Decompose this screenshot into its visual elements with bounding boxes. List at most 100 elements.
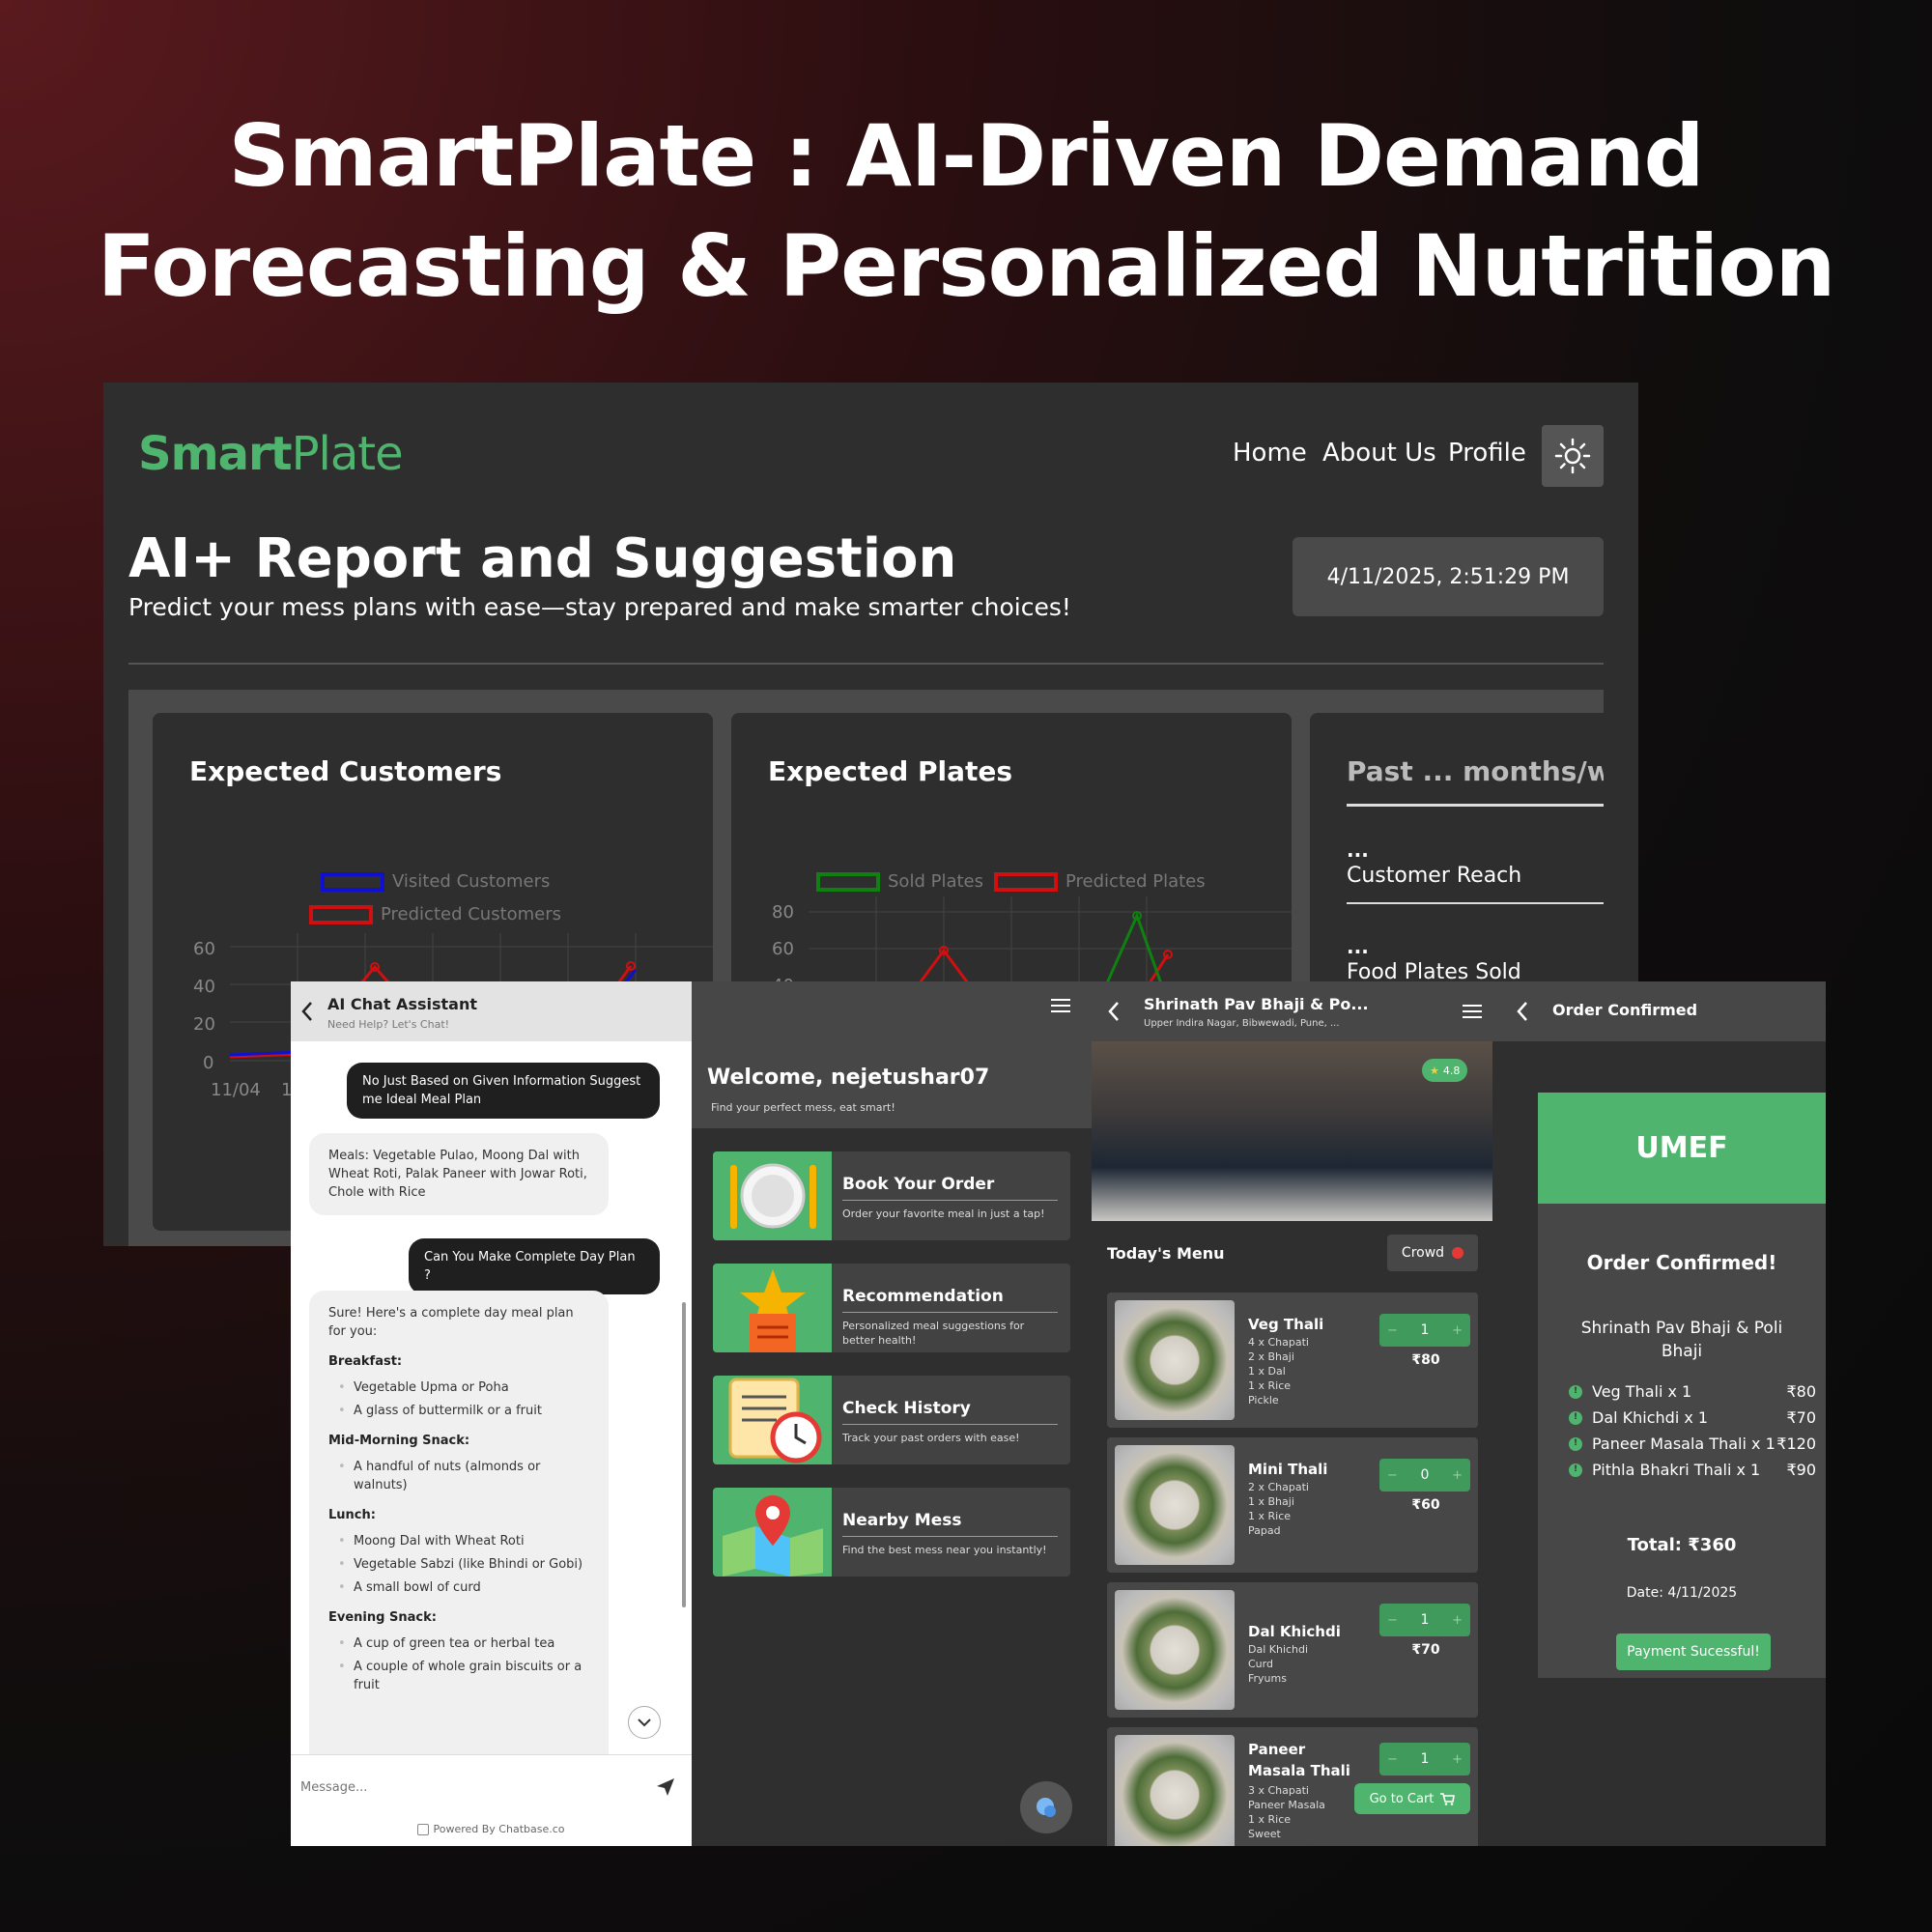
- quantity-stepper[interactable]: − 1 +: [1379, 1314, 1470, 1347]
- check-icon: !: [1569, 1436, 1582, 1451]
- minus-button[interactable]: −: [1387, 1468, 1398, 1483]
- chat-bot-icon: [1037, 1798, 1056, 1817]
- plus-button[interactable]: +: [1452, 1468, 1463, 1483]
- tile-book-order[interactable]: Book Your Order Order your favorite meal…: [713, 1151, 1070, 1240]
- plus-button[interactable]: +: [1452, 1613, 1463, 1628]
- quantity-value: 0: [1420, 1467, 1430, 1483]
- menu-item-card: Veg Thali 4 x Chapati 2 x Bhaji 1 x Dal 1 x…: [1107, 1293, 1478, 1428]
- minus-button[interactable]: −: [1387, 1323, 1398, 1338]
- datetime-display: 4/11/2025, 2:51:29 PM: [1293, 537, 1604, 616]
- tile-title: Recommendation: [842, 1287, 1004, 1306]
- plus-button[interactable]: +: [1452, 1752, 1463, 1767]
- logo-thin: Plate: [291, 427, 404, 481]
- message-input[interactable]: [300, 1773, 629, 1802]
- legend-predicted[interactable]: Predicted Customers: [309, 904, 561, 924]
- nav-about-us[interactable]: About Us: [1322, 439, 1436, 468]
- crowd-label: Crowd: [1401, 1245, 1445, 1261]
- chat-panel: AI Chat Assistant Need Help? Let's Chat!…: [291, 981, 692, 1846]
- tile-title: Check History: [842, 1399, 971, 1418]
- logo[interactable]: SmartPlate: [138, 427, 404, 481]
- stat-value: ...: [1347, 838, 1369, 862]
- sun-icon: [1554, 438, 1591, 474]
- user-message: No Just Based on Given Information Sugge…: [347, 1063, 660, 1119]
- hamburger-menu-icon[interactable]: [1049, 997, 1072, 1014]
- tile-recommendation[interactable]: Recommendation Personalized meal suggest…: [713, 1264, 1070, 1352]
- item-price: ₹80: [1411, 1352, 1440, 1368]
- user-message: Can You Make Complete Day Plan ?: [409, 1238, 660, 1294]
- quantity-value: 1: [1420, 1322, 1430, 1338]
- legend-predicted-plates[interactable]: Predicted Plates: [994, 871, 1206, 892]
- crowd-status-dot: [1452, 1247, 1464, 1259]
- nav-profile[interactable]: Profile: [1448, 439, 1526, 468]
- check-icon: !: [1569, 1384, 1582, 1399]
- y-tick: 80: [772, 902, 794, 923]
- plate-icon: [713, 1151, 832, 1240]
- hero-line-1: SmartPlate : AI-Driven Demand: [228, 106, 1705, 206]
- quantity-value: 1: [1420, 1612, 1430, 1628]
- item-name: Dal Khichdi: [1248, 1623, 1341, 1640]
- brand-banner: UMEF: [1538, 1093, 1826, 1204]
- chat-input-bar: Powered By Chatbase.co: [291, 1754, 692, 1846]
- quantity-stepper[interactable]: − 0 +: [1379, 1459, 1470, 1492]
- plus-button[interactable]: +: [1452, 1323, 1463, 1338]
- reply-intro: Sure! Here's a complete day meal plan fo…: [328, 1306, 574, 1339]
- quantity-stepper[interactable]: − 1 +: [1379, 1743, 1470, 1776]
- list-item: A handful of nuts (almonds or walnuts): [336, 1458, 589, 1494]
- chat-subtitle: Need Help? Let's Chat!: [327, 1018, 450, 1031]
- card-title: Expected Customers: [189, 755, 502, 787]
- item-name: Veg Thali: [1248, 1316, 1324, 1333]
- tile-desc: Find the best mess near you instantly!: [842, 1544, 1047, 1556]
- order-item: ! Veg Thali x 1 ₹80: [1569, 1378, 1816, 1405]
- legend-sold[interactable]: Sold Plates: [816, 871, 983, 892]
- food-photo: [1115, 1735, 1235, 1846]
- rating-badge: ★ 4.8: [1422, 1059, 1468, 1082]
- back-icon[interactable]: [1107, 1001, 1121, 1022]
- section-title: Breakfast:: [328, 1354, 403, 1369]
- tile-desc: Order your favorite meal in just a tap!: [842, 1208, 1045, 1220]
- tile-desc: Track your past orders with ease!: [842, 1432, 1020, 1444]
- card-title: Past ... months/weel: [1347, 755, 1604, 787]
- hamburger-menu-icon[interactable]: [1461, 1003, 1484, 1020]
- order-title: Order Confirmed!: [1586, 1251, 1777, 1274]
- legend-visited[interactable]: Visited Customers: [321, 871, 550, 892]
- nav-home[interactable]: Home: [1233, 439, 1307, 468]
- powered-by[interactable]: Powered By Chatbase.co: [291, 1823, 692, 1835]
- y-tick: 60: [772, 939, 794, 959]
- theme-toggle-button[interactable]: [1542, 425, 1604, 487]
- order-items: ! Veg Thali x 1 ₹80 ! Dal Khichdi x 1 ₹70 ! P…: [1569, 1378, 1816, 1483]
- food-photo: [1115, 1300, 1235, 1420]
- chat-scrollbar[interactable]: [680, 1049, 688, 1764]
- y-tick: 0: [203, 1053, 214, 1073]
- go-to-cart-button[interactable]: Go to Cart: [1354, 1783, 1470, 1814]
- history-clock-icon: [713, 1376, 832, 1464]
- order-header: Order Confirmed: [1492, 981, 1826, 1041]
- hero-title: SmartPlate : AI-Driven Demand Forecastin…: [0, 101, 1932, 322]
- payment-status-button[interactable]: Payment Sucessful!: [1616, 1634, 1771, 1670]
- chat-fab-button[interactable]: [1020, 1781, 1072, 1833]
- back-icon[interactable]: [300, 1001, 314, 1022]
- scroll-down-button[interactable]: [628, 1706, 661, 1739]
- order-card: UMEF Order Confirmed! Shrinath Pav Bhaji…: [1538, 1093, 1826, 1678]
- order-item: ! Dal Khichdi x 1 ₹70: [1569, 1405, 1816, 1431]
- minus-button[interactable]: −: [1387, 1752, 1398, 1767]
- check-icon: !: [1569, 1463, 1582, 1477]
- tile-title: Nearby Mess: [842, 1511, 962, 1530]
- assistant-message: Meals: Vegetable Pulao, Moong Dal with W…: [309, 1133, 609, 1215]
- back-icon[interactable]: [1516, 1001, 1529, 1022]
- y-tick: 20: [193, 1014, 215, 1035]
- item-desc: 2 x Chapati 1 x Bhaji 1 x Rice Papad: [1248, 1481, 1309, 1537]
- crowd-button[interactable]: Crowd: [1387, 1235, 1478, 1271]
- order-item: ! Paneer Masala Thali x 1 ₹120: [1569, 1431, 1816, 1457]
- order-mess-name: Shrinath Pav Bhaji & Poli Bhaji: [1580, 1319, 1783, 1361]
- divider: [1347, 902, 1604, 904]
- list-item: Moong Dal with Wheat Roti: [336, 1532, 589, 1550]
- tile-check-history[interactable]: Check History Track your past orders wit…: [713, 1376, 1070, 1464]
- send-icon[interactable]: [655, 1776, 676, 1798]
- quantity-stepper[interactable]: − 1 +: [1379, 1604, 1470, 1636]
- tile-nearby-mess[interactable]: Nearby Mess Find the best mess near you …: [713, 1488, 1070, 1577]
- welcome-panel: Welcome, nejetushar07 Find your perfect …: [692, 981, 1092, 1846]
- tile-desc: Personalized meal suggestions for better…: [842, 1320, 1025, 1347]
- order-item: ! Pithla Bhakri Thali x 1 ₹90: [1569, 1457, 1816, 1483]
- minus-button[interactable]: −: [1387, 1613, 1398, 1628]
- list-item: A cup of green tea or herbal tea: [336, 1634, 589, 1653]
